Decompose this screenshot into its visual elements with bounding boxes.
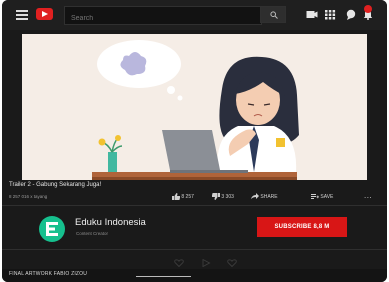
share-button[interactable]: SHARE	[251, 193, 278, 202]
menu-icon[interactable]	[16, 10, 28, 20]
view-count: 8 257 016 x tayang	[9, 194, 48, 199]
artwork-credit-bar: FINAL ARTWORK FABIO ZIZOU	[2, 269, 387, 282]
messages-icon[interactable]	[345, 9, 357, 20]
like-button[interactable]: 8 257	[172, 193, 194, 202]
thumbs-down-icon	[211, 193, 220, 200]
subscribe-button[interactable]: SUBSCRIBE 8,8 M	[257, 217, 347, 237]
channel-subtitle: Content Creator	[76, 231, 109, 236]
video-title: Trailer 2 - Gabung Sekarang Juga!	[9, 182, 102, 188]
search-input[interactable]	[65, 10, 261, 27]
heart-icon[interactable]	[227, 259, 237, 267]
artwork-credit: FINAL ARTWORK FABIO ZIZOU	[9, 271, 88, 277]
search-icon	[270, 11, 278, 19]
like-count: 8 257	[181, 193, 194, 200]
playlist-add-icon	[311, 194, 319, 199]
more-options-button[interactable]: ...	[364, 191, 372, 200]
top-bar	[2, 0, 387, 30]
search-button[interactable]	[260, 6, 286, 23]
share-label: SHARE	[260, 193, 278, 200]
video-player[interactable]	[22, 34, 367, 180]
eduku-logo-icon	[46, 222, 58, 236]
dislike-count: 3 303	[221, 193, 234, 200]
save-label: SAVE	[320, 193, 334, 200]
play-icon[interactable]	[201, 259, 211, 267]
app-frame: Trailer 2 - Gabung Sekarang Juga! 8 257 …	[2, 0, 387, 282]
search-box[interactable]	[64, 6, 262, 27]
video-thumbnail-illustration	[22, 34, 367, 180]
save-button[interactable]: SAVE	[311, 193, 333, 202]
share-arrow-icon	[251, 193, 259, 199]
youtube-logo-icon[interactable]	[36, 8, 53, 20]
thumbs-up-icon	[172, 193, 181, 200]
dislike-button[interactable]: 3 303	[211, 193, 234, 202]
create-video-icon[interactable]	[306, 9, 318, 20]
divider	[2, 249, 387, 250]
apps-grid-icon[interactable]	[324, 9, 336, 20]
credit-underline	[136, 276, 191, 277]
channel-name[interactable]: Eduku Indonesia	[75, 217, 146, 228]
channel-avatar[interactable]	[39, 216, 65, 242]
divider	[2, 205, 387, 206]
notification-badge	[364, 5, 372, 13]
heart-icon[interactable]	[174, 259, 184, 267]
